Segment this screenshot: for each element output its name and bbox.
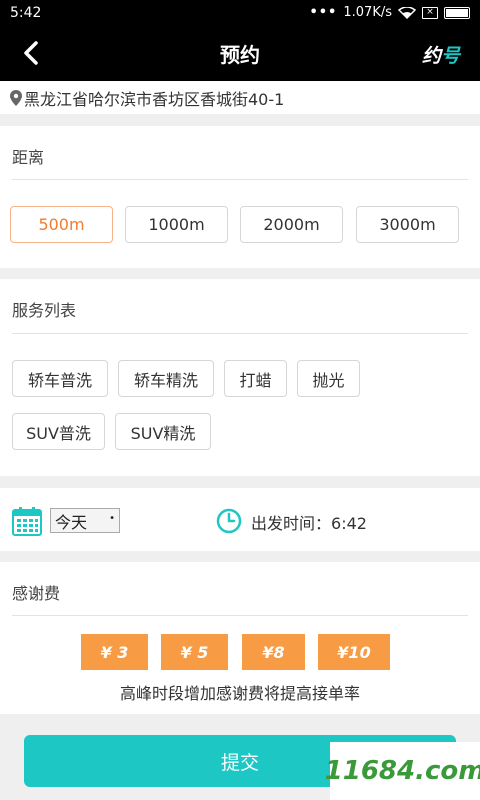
page-title: 预约 bbox=[220, 42, 260, 67]
distance-option-1000m[interactable]: 1000m bbox=[125, 206, 228, 243]
status-bar: 5:42 ••• 1.07K/s × bbox=[0, 0, 480, 25]
location-pin-icon bbox=[10, 89, 22, 106]
dropdown-arrow-icon: • bbox=[109, 513, 115, 524]
tip-option-8[interactable]: ¥8 bbox=[242, 634, 305, 670]
wifi-icon bbox=[398, 6, 416, 19]
status-time: 5:42 bbox=[10, 4, 42, 21]
departure-time[interactable]: 出发时间：6:42 bbox=[251, 510, 367, 534]
battery-icon bbox=[444, 6, 470, 19]
divider bbox=[12, 179, 468, 180]
app-logo: 约号 bbox=[422, 41, 460, 68]
tip-option-3[interactable]: ¥ 3 bbox=[81, 634, 148, 670]
tip-option-5[interactable]: ¥ 5 bbox=[161, 634, 228, 670]
distance-option-3000m[interactable]: 3000m bbox=[356, 206, 459, 243]
divider bbox=[12, 615, 468, 616]
day-select-value: 今天 bbox=[55, 512, 88, 532]
departure-label: 出发时间： bbox=[251, 514, 332, 533]
calendar-icon bbox=[12, 507, 42, 536]
logo-main: 约 bbox=[421, 45, 441, 67]
service-suv-fine-wash[interactable]: SUV精洗 bbox=[115, 413, 211, 450]
distance-card: 距离 500m 1000m 2000m 3000m bbox=[0, 126, 480, 268]
tip-title: 感谢费 bbox=[12, 584, 61, 603]
day-select[interactable]: 今天 • bbox=[50, 508, 120, 533]
notification-dots: ••• bbox=[309, 5, 338, 20]
app-bar: 预约 约号 bbox=[0, 25, 480, 81]
address-text: 黑龙江省哈尔滨市香坊区香城街40-1 bbox=[24, 89, 285, 109]
clock-icon bbox=[216, 508, 242, 534]
tip-option-10[interactable]: ¥10 bbox=[318, 634, 390, 670]
watermark-logo: 11684.com bbox=[325, 742, 480, 800]
distance-option-500m[interactable]: 500m bbox=[10, 206, 113, 243]
service-sedan-basic-wash[interactable]: 轿车普洗 bbox=[12, 360, 108, 397]
schedule-card: 今天 • 出发时间：6:42 bbox=[0, 488, 480, 551]
services-title: 服务列表 bbox=[12, 301, 77, 320]
divider bbox=[12, 333, 468, 334]
tip-card: 感谢费 ¥ 3 ¥ 5 ¥8 ¥10 高峰时段增加感谢费将提高接单率 bbox=[0, 562, 480, 714]
service-waxing[interactable]: 打蜡 bbox=[224, 360, 287, 397]
service-sedan-fine-wash[interactable]: 轿车精洗 bbox=[118, 360, 214, 397]
departure-value: 6:42 bbox=[331, 514, 367, 533]
back-arrow-icon[interactable] bbox=[18, 39, 46, 67]
network-speed: 1.07K/s bbox=[343, 5, 392, 20]
service-polishing[interactable]: 抛光 bbox=[297, 360, 360, 397]
services-card: 服务列表 轿车普洗 轿车精洗 打蜡 抛光 SUV普洗 SUV精洗 bbox=[0, 279, 480, 476]
sim-icon: × bbox=[422, 6, 438, 19]
address-bar[interactable]: 黑龙江省哈尔滨市香坊区香城街40-1 bbox=[0, 81, 480, 114]
distance-title: 距离 bbox=[12, 148, 45, 167]
tip-note: 高峰时段增加感谢费将提高接单率 bbox=[119, 684, 360, 703]
logo-accent: 号 bbox=[440, 45, 460, 67]
service-suv-basic-wash[interactable]: SUV普洗 bbox=[12, 413, 105, 450]
distance-option-2000m[interactable]: 2000m bbox=[240, 206, 343, 243]
